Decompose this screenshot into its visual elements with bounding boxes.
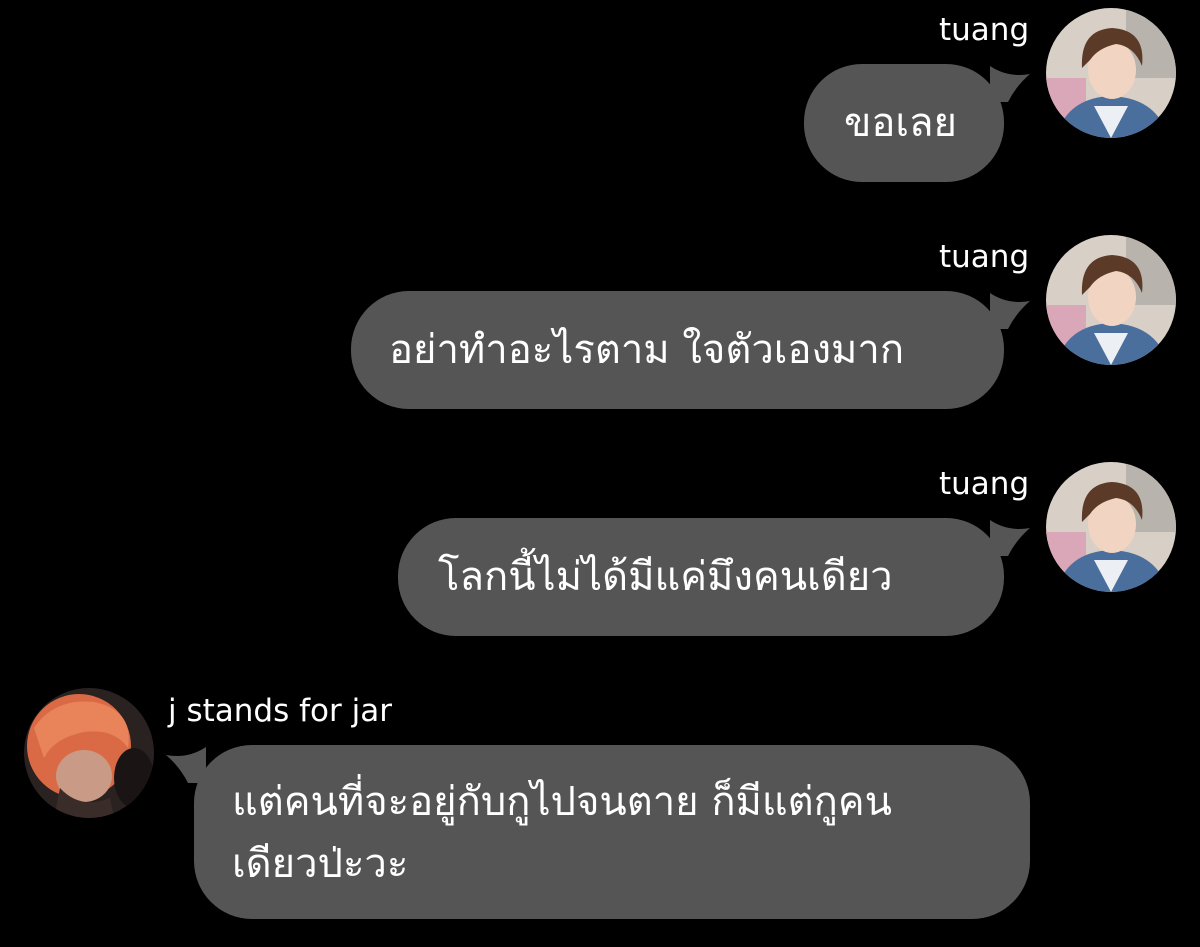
message-bubble[interactable]: โลกนี้ไม่ได้มีแค่มึงคนเดียว [398,518,1004,636]
message-text: ขอเลย [844,100,957,146]
bubble-tail-icon [990,520,1030,556]
message-text-line: แต่คนที่จะอยู่กับกูไปจนตาย ก็มีแต่กูคน [232,779,892,825]
message-bubble[interactable]: แต่คนที่จะอยู่กับกูไปจนตาย ก็มีแต่กูคน เ… [194,745,1030,919]
chat-screen: { "messages": [ { "sender": "tuang", "te… [0,0,1200,947]
message-text: โลกนี้ไม่ได้มีแค่มึงคนเดียว [438,554,893,600]
sender-name: tuang [939,466,1030,502]
avatar-jar-icon[interactable] [24,688,154,818]
avatar-tuang-icon[interactable] [1046,235,1176,365]
bubble-tail-icon [990,66,1030,102]
message-text-line: เดียวป่ะวะ [232,841,409,887]
message-text: อย่าทำอะไรตาม ใจตัวเองมาก [389,327,905,373]
sender-name: tuang [939,12,1030,48]
message-bubble[interactable]: อย่าทำอะไรตาม ใจตัวเองมาก [351,291,1004,409]
bubble-tail-icon [990,293,1030,329]
sender-name: j stands for jar [168,693,392,729]
avatar-tuang-icon[interactable] [1046,8,1176,138]
sender-name: tuang [939,239,1030,275]
message-bubble[interactable]: ขอเลย [804,64,1004,182]
avatar-tuang-icon[interactable] [1046,462,1176,592]
